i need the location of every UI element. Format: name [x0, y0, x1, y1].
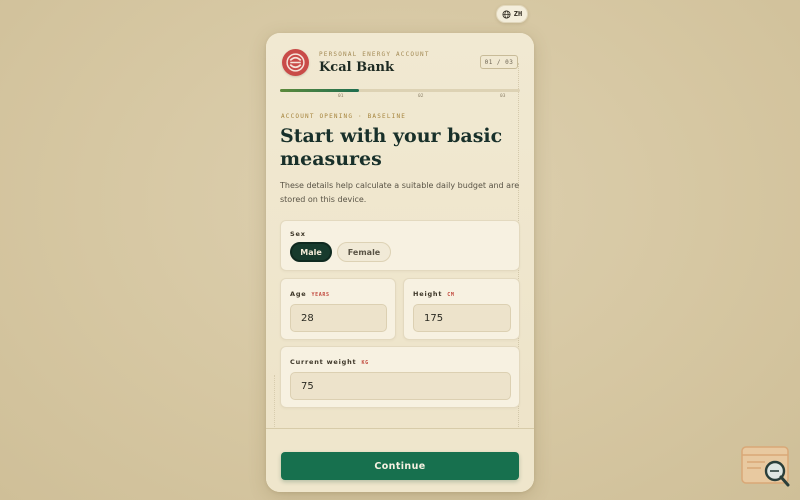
page-title: Start with your basic measures	[280, 125, 503, 170]
sex-label-text: Sex	[290, 230, 306, 238]
brand-header: PERSONAL ENERGY ACCOUNT Kcal Bank	[282, 49, 430, 76]
progress-bar	[280, 89, 520, 92]
continue-button[interactable]: Continue	[281, 452, 519, 480]
brand-subtitle: PERSONAL ENERGY ACCOUNT	[319, 50, 430, 58]
section-eyebrow: ACCOUNT OPENING · BASELINE	[281, 113, 407, 120]
language-label: ZH	[513, 10, 523, 18]
age-input[interactable]: 28	[290, 304, 387, 332]
progress-step-labels: 01 02 03	[280, 94, 520, 102]
weight-label: Current weight KG	[290, 358, 369, 366]
progress-step-label: 03	[500, 94, 506, 99]
sex-option-male[interactable]: Male	[290, 242, 332, 262]
onboarding-card: PERSONAL ENERGY ACCOUNT Kcal Bank 01 / 0…	[266, 33, 534, 492]
progress-step-label: 02	[418, 94, 424, 99]
height-label: Height CM	[413, 290, 455, 298]
weight-label-text: Current weight	[290, 358, 357, 366]
page-description: These details help calculate a suitable …	[280, 181, 520, 204]
globe-icon	[502, 9, 511, 19]
progress-step-label: 01	[338, 94, 344, 99]
brand-name: Kcal Bank	[319, 59, 394, 75]
height-unit: CM	[447, 292, 455, 298]
height-input[interactable]: 175	[413, 304, 511, 332]
weight-unit: KG	[361, 360, 369, 366]
sex-label: Sex	[290, 230, 306, 238]
height-panel: Height CM 175	[403, 278, 520, 340]
height-label-text: Height	[413, 290, 443, 298]
age-unit: YEARS	[311, 292, 330, 298]
language-toggle-button[interactable]: ZH	[496, 5, 528, 23]
sex-option-female[interactable]: Female	[337, 242, 391, 262]
age-label: Age YEARS	[290, 290, 330, 298]
search-widget-icon[interactable]	[741, 445, 791, 489]
weight-panel: Current weight KG 75	[280, 346, 520, 408]
bank-logo-icon	[282, 49, 309, 76]
sex-panel: Sex Male Female	[280, 220, 520, 271]
age-label-text: Age	[290, 290, 307, 298]
progress-fill	[280, 89, 360, 92]
age-panel: Age YEARS 28	[280, 278, 396, 340]
step-indicator: 01 / 03	[480, 55, 518, 69]
weight-input[interactable]: 75	[290, 372, 511, 400]
